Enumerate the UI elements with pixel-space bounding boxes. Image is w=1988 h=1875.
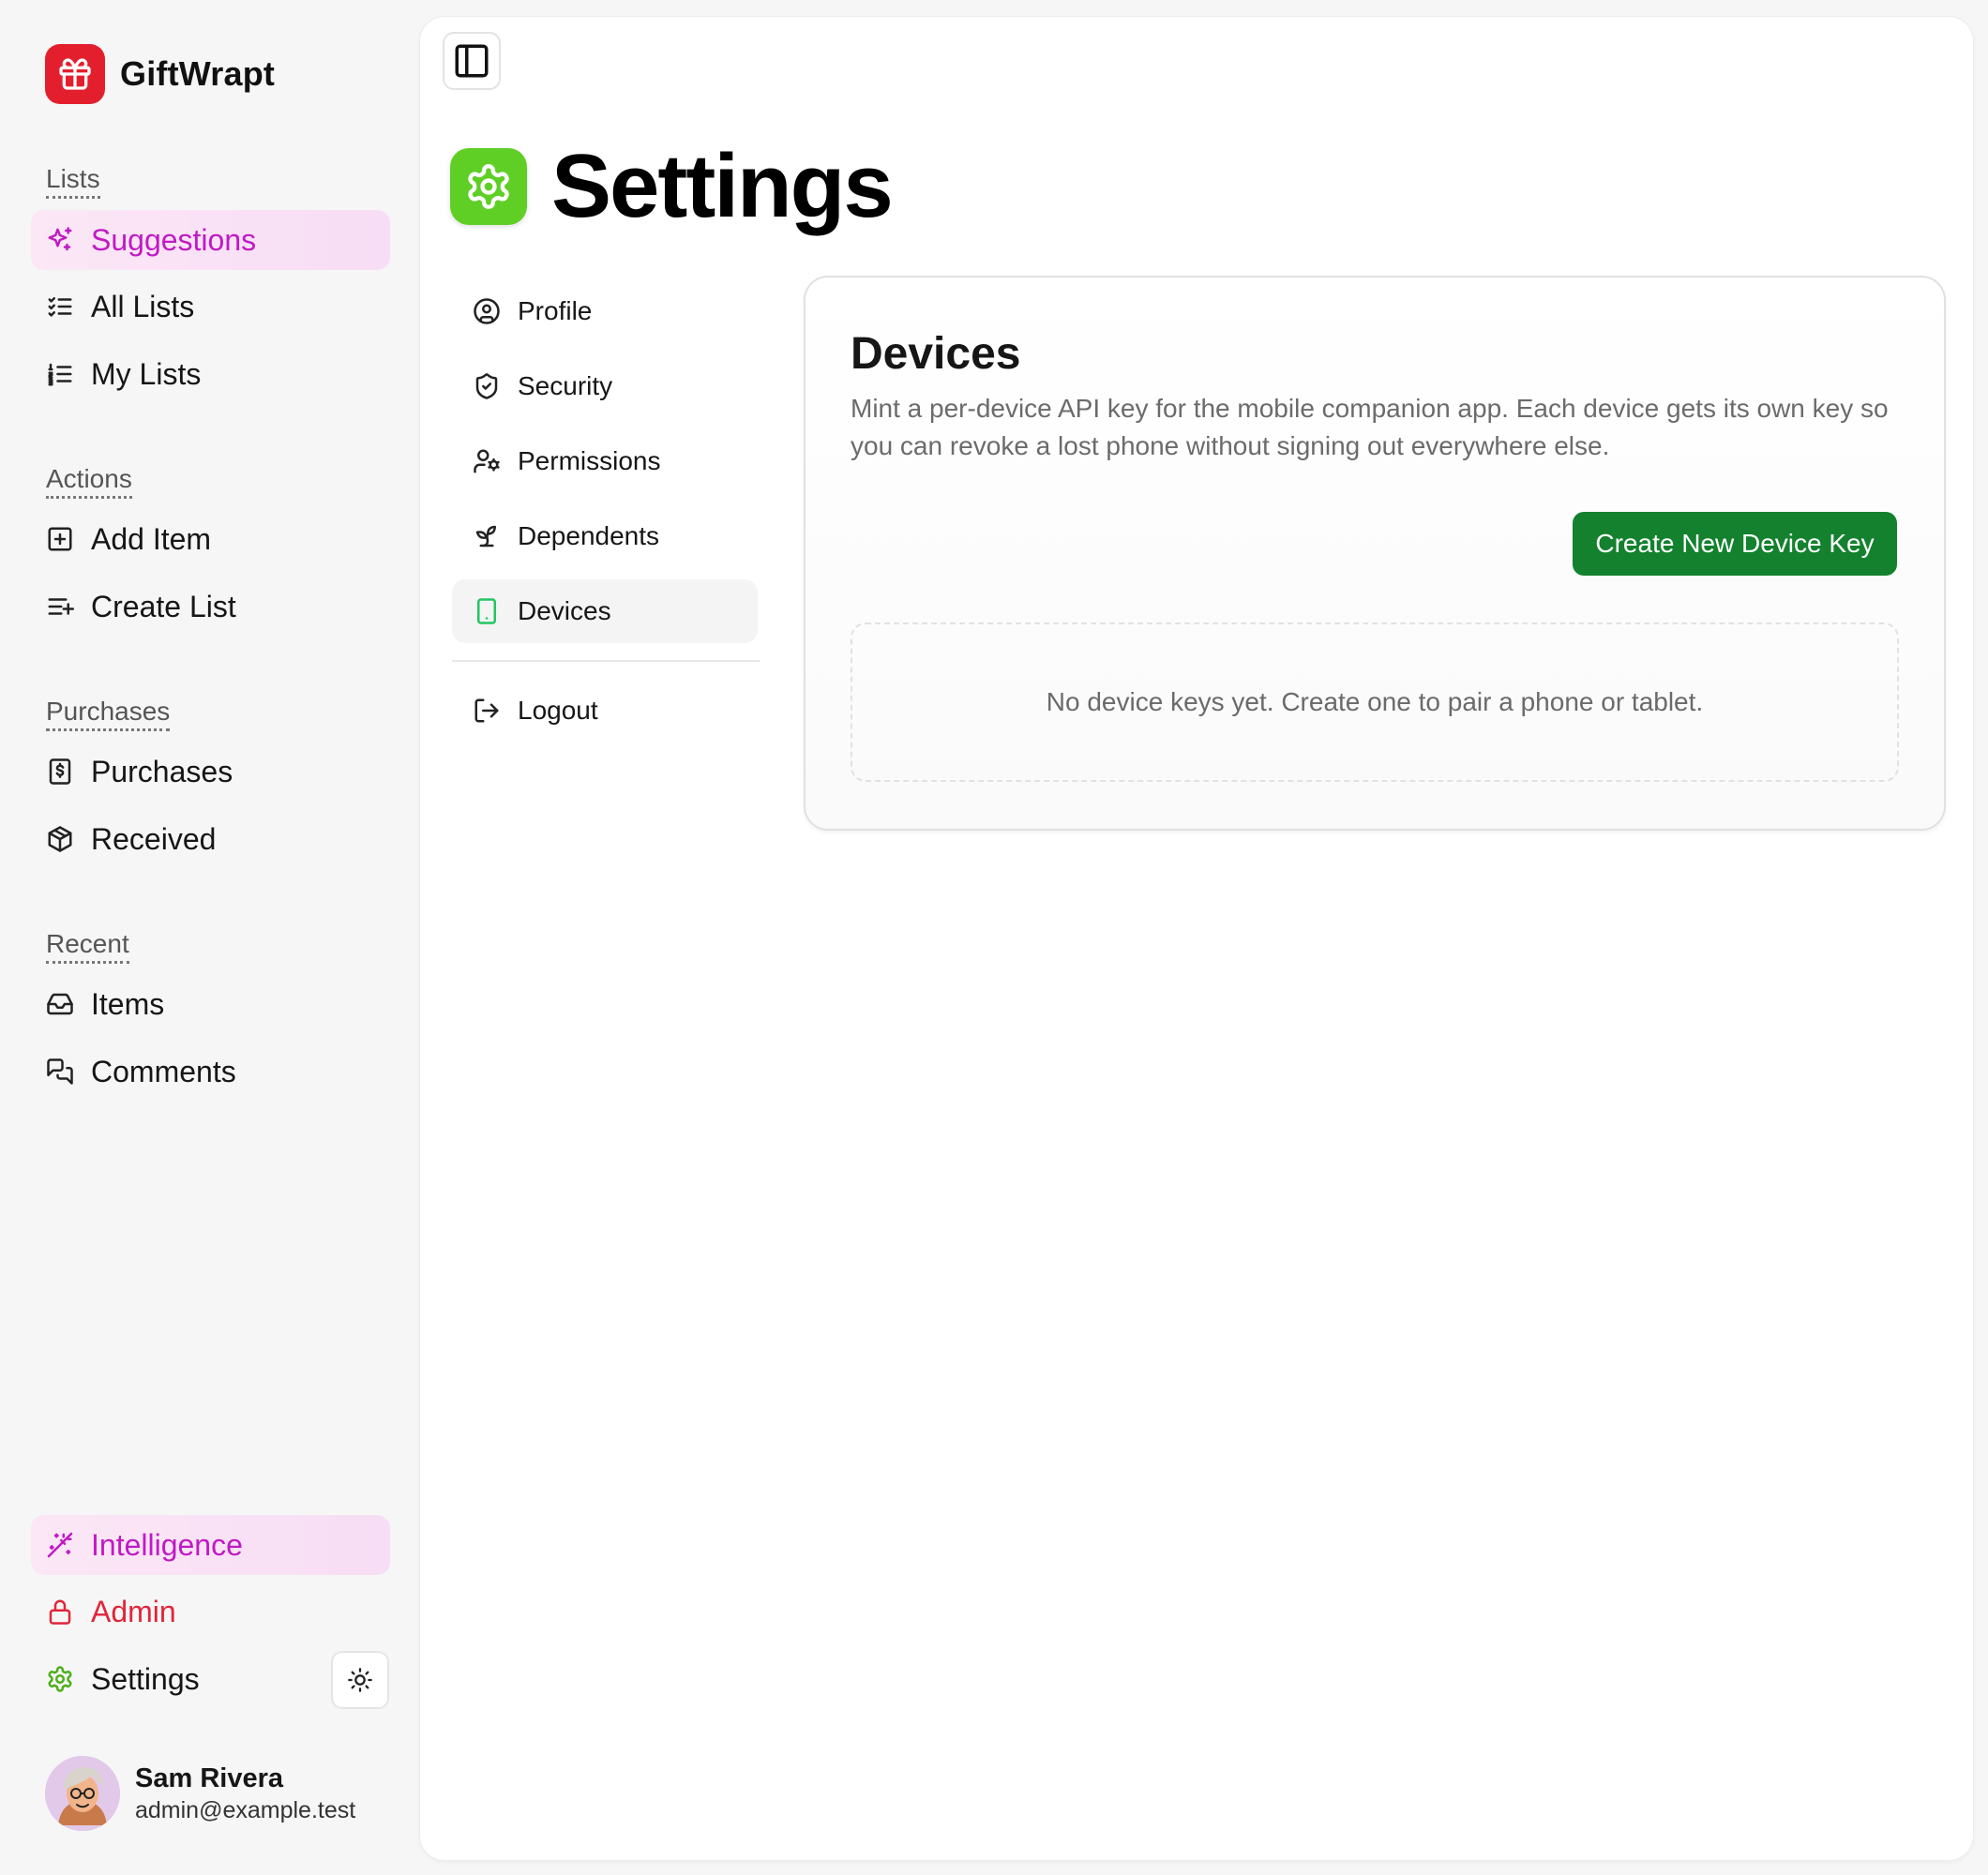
settings-nav-label: Permissions	[518, 446, 661, 475]
list-ordered-icon	[44, 358, 76, 390]
sidebar-item-create-list[interactable]: Create List	[31, 577, 390, 637]
settings-nav-logout[interactable]: Logout	[452, 679, 758, 742]
package-open-icon	[44, 823, 76, 855]
create-device-key-button[interactable]: Create New Device Key	[1573, 512, 1897, 576]
settings-nav-label: Logout	[518, 696, 598, 725]
settings-nav-label: Devices	[518, 596, 611, 625]
sidebar-item-all-lists[interactable]: All Lists	[31, 277, 390, 337]
sidebar-item-settings[interactable]: Settings	[31, 1649, 312, 1709]
sidebar: GiftWrapt Lists Suggestions All Lists My…	[0, 0, 420, 1875]
sidebar-item-label: Purchases	[91, 754, 233, 788]
list-plus-icon	[44, 591, 76, 622]
empty-state: No device keys yet. Create one to pair a…	[851, 622, 1899, 782]
settings-nav-permissions[interactable]: Permissions	[452, 429, 758, 493]
receipt-icon	[44, 756, 76, 788]
settings-nav-label: Profile	[518, 296, 593, 325]
sidebar-item-purchases[interactable]: Purchases	[31, 742, 390, 802]
smartphone-icon	[471, 595, 503, 627]
main-panel: Settings Profile Security Permissions De…	[420, 17, 1973, 1860]
empty-state-message: No device keys yet. Create one to pair a…	[1046, 687, 1704, 716]
sidebar-toggle-button[interactable]	[443, 32, 501, 90]
sidebar-item-admin[interactable]: Admin	[31, 1582, 390, 1642]
section-title-actions: Actions	[46, 463, 132, 499]
user-name: Sam Rivera	[135, 1763, 283, 1793]
sidebar-item-label: Received	[91, 821, 217, 856]
section-title-recent: Recent	[46, 928, 129, 964]
sun-icon	[347, 1667, 373, 1693]
settings-nav-label: Dependents	[518, 521, 660, 550]
card-description: Mint a per-device API key for the mobile…	[851, 394, 1889, 460]
settings-nav-label: Security	[518, 371, 613, 400]
sidebar-item-label: Add Item	[91, 521, 212, 556]
theme-toggle-button[interactable]	[331, 1651, 389, 1709]
settings-nav-dependents[interactable]: Dependents	[452, 504, 758, 568]
sidebar-item-suggestions[interactable]: Suggestions	[31, 210, 390, 270]
gift-icon	[45, 44, 105, 104]
sidebar-item-label: Comments	[91, 1054, 236, 1088]
square-plus-icon	[44, 523, 76, 555]
sidebar-item-label: Suggestions	[91, 222, 257, 257]
devices-card: Devices Mint a per-device API key for th…	[804, 276, 1946, 831]
panel-left-icon	[452, 41, 491, 81]
shield-check-icon	[471, 370, 503, 402]
gear-icon	[450, 148, 527, 225]
sidebar-item-label: Create List	[91, 589, 236, 623]
settings-nav-profile[interactable]: Profile	[452, 279, 758, 343]
gear-icon	[44, 1663, 76, 1695]
sidebar-item-received[interactable]: Received	[31, 809, 390, 869]
settings-nav-divider	[452, 660, 760, 662]
wand-sparkles-icon	[44, 1529, 76, 1561]
section-title-lists: Lists	[46, 163, 100, 199]
brand-name: GiftWrapt	[120, 54, 276, 93]
sidebar-item-my-lists[interactable]: My Lists	[31, 344, 390, 404]
sidebar-item-items[interactable]: Items	[31, 974, 390, 1034]
page-title: Settings	[551, 136, 894, 236]
sparkles-icon	[44, 224, 76, 256]
page-header: Settings	[450, 135, 894, 238]
sidebar-item-intelligence[interactable]: Intelligence	[31, 1515, 390, 1575]
list-checks-icon	[44, 291, 76, 322]
sprout-icon	[471, 520, 503, 552]
sidebar-item-label: Items	[91, 986, 165, 1021]
log-out-icon	[471, 695, 503, 727]
user-circle-icon	[471, 295, 503, 327]
user-profile[interactable]: Sam Rivera admin@example.test	[45, 1756, 355, 1831]
sidebar-item-add-item[interactable]: Add Item	[31, 509, 390, 569]
sidebar-item-comments[interactable]: Comments	[31, 1042, 390, 1102]
settings-nav-devices[interactable]: Devices	[452, 579, 758, 643]
section-title-purchases: Purchases	[46, 696, 171, 731]
user-email: admin@example.test	[135, 1797, 356, 1823]
card-title: Devices	[851, 329, 1021, 379]
brand[interactable]: GiftWrapt	[45, 44, 275, 104]
sidebar-item-label: All Lists	[91, 289, 195, 323]
sidebar-item-label: My Lists	[91, 356, 202, 391]
sidebar-item-label: Admin	[91, 1594, 176, 1628]
sidebar-item-label: Settings	[91, 1661, 200, 1696]
sidebar-item-label: Intelligence	[91, 1527, 243, 1562]
settings-nav-security[interactable]: Security	[452, 354, 758, 418]
avatar	[45, 1756, 120, 1831]
user-cog-icon	[471, 445, 503, 477]
inbox-icon	[44, 988, 76, 1020]
lock-icon	[44, 1596, 76, 1628]
messages-icon	[44, 1056, 76, 1088]
